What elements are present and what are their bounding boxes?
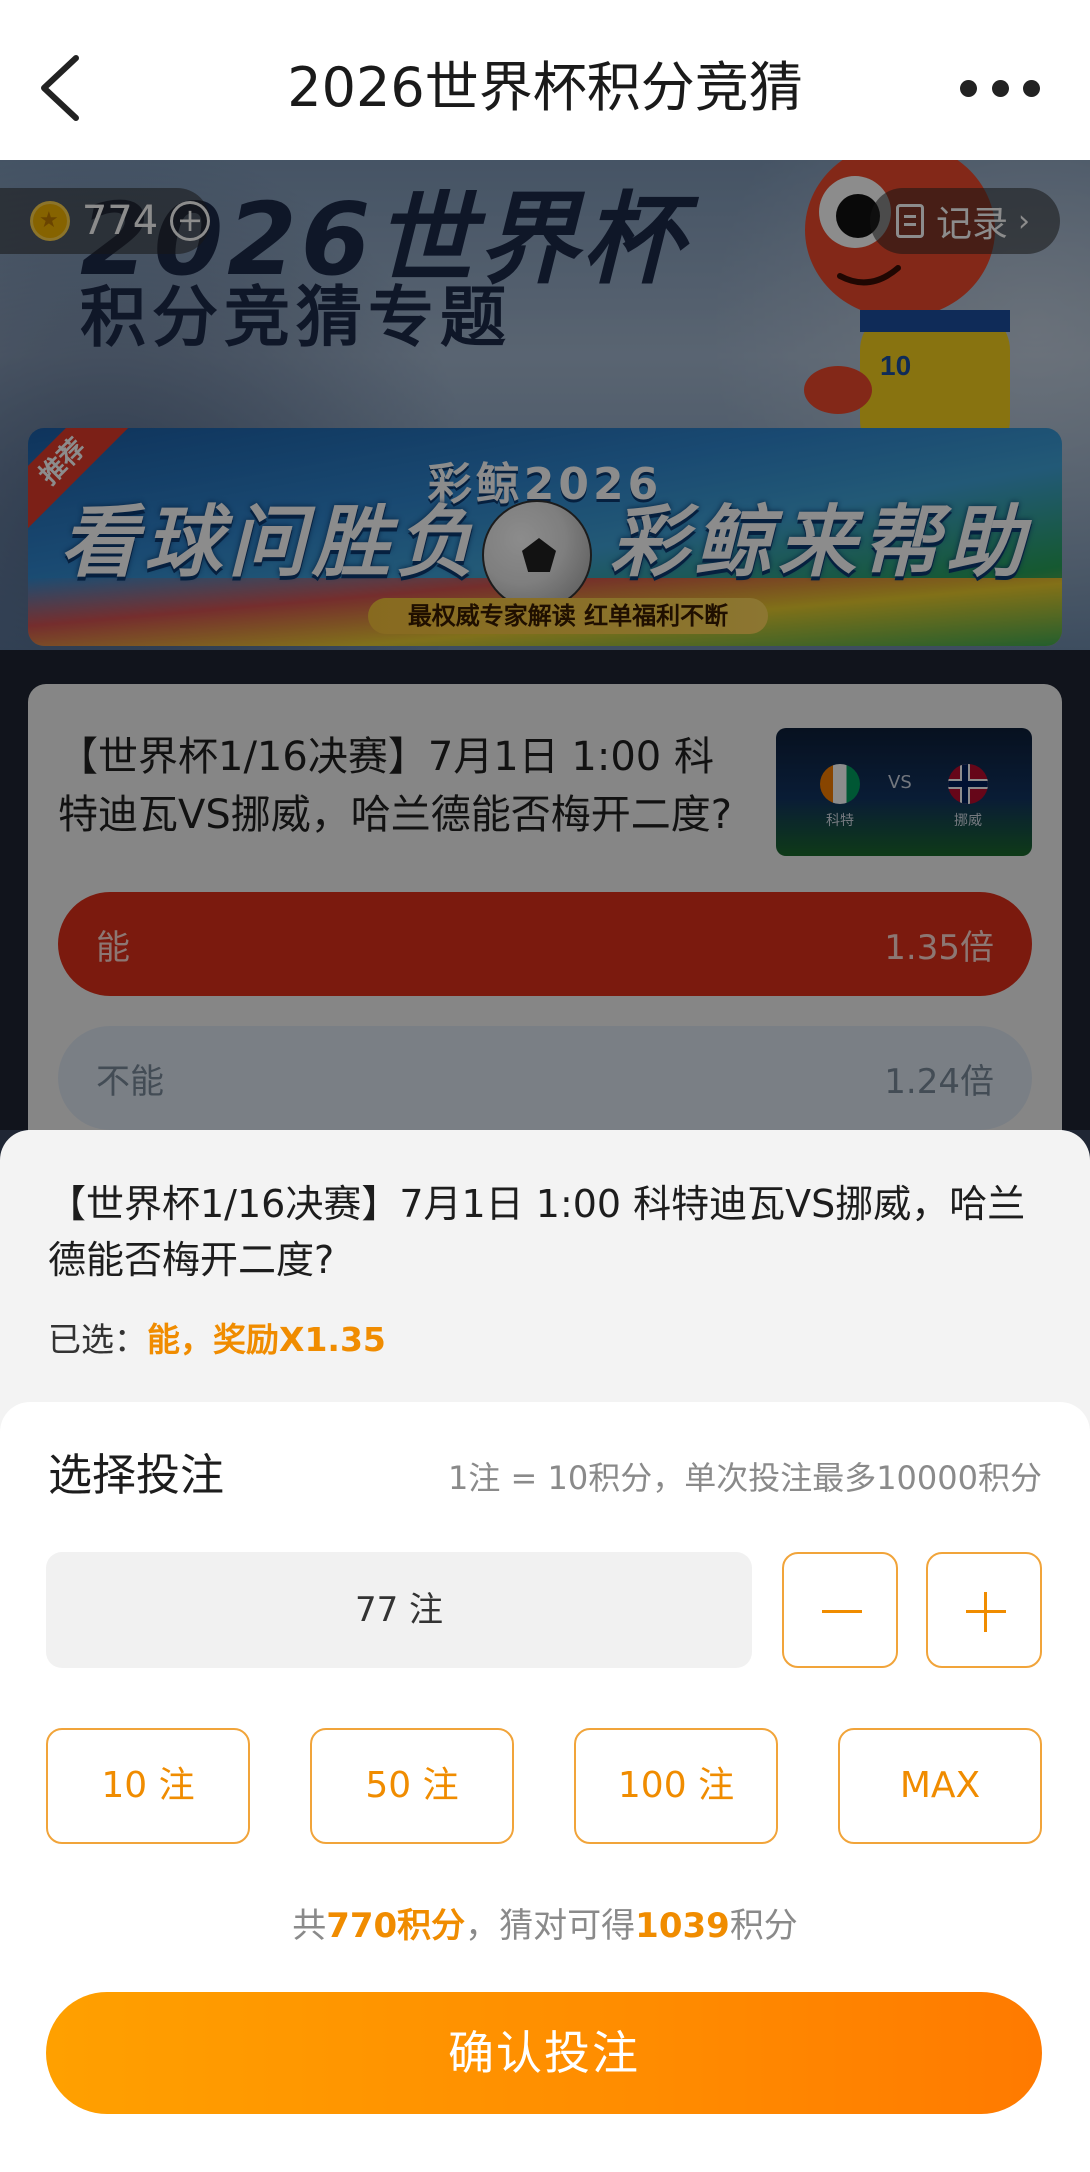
quick-bet-max[interactable]: MAX: [838, 1728, 1042, 1844]
modal-overlay[interactable]: [0, 0, 1090, 1130]
more-horizontal-icon[interactable]: [960, 68, 1040, 108]
selected-value: 能，奖励X1.35: [147, 1320, 386, 1359]
decrease-button[interactable]: [782, 1552, 898, 1668]
summary-cost: 770积分: [326, 1906, 466, 1946]
sheet-question: 【世界杯1/16决赛】7月1日 1:00 科特迪瓦VS挪威，哈兰德能否梅开二度?: [48, 1182, 1026, 1282]
selected-prefix: 已选：: [48, 1320, 147, 1359]
nav-bar: 2026世界杯积分竞猜: [0, 0, 1090, 160]
page-title: 2026世界杯积分竞猜: [287, 56, 803, 119]
section-title: 选择投注: [48, 1450, 224, 1501]
summary-win: 1039: [635, 1906, 730, 1946]
bet-panel: 选择投注 1注 = 10积分，单次投注最多10000积分 77 注 10 注 5…: [0, 1402, 1090, 2172]
summary-mid: ，猜对可得: [465, 1906, 636, 1946]
chevron-left-icon[interactable]: [36, 52, 88, 124]
quick-bet-50[interactable]: 50 注: [310, 1728, 514, 1844]
increase-button[interactable]: [926, 1552, 1042, 1668]
confirm-bet-button[interactable]: 确认投注: [46, 1992, 1042, 2114]
summary-suffix: 积分: [729, 1906, 798, 1946]
quantity-input[interactable]: 77 注: [46, 1552, 752, 1668]
quick-bet-100[interactable]: 100 注: [574, 1728, 778, 1844]
bet-sheet: 【世界杯1/16决赛】7月1日 1:00 科特迪瓦VS挪威，哈兰德能否梅开二度?…: [0, 1130, 1090, 2172]
bet-rule: 1注 = 10积分，单次投注最多10000积分: [447, 1459, 1042, 1497]
selected-option: 已选：能，奖励X1.35: [48, 1318, 386, 1362]
bet-summary: 共770积分，猜对可得1039积分: [0, 1902, 1090, 1950]
summary-prefix: 共: [292, 1906, 327, 1946]
quick-bet-10[interactable]: 10 注: [46, 1728, 250, 1844]
